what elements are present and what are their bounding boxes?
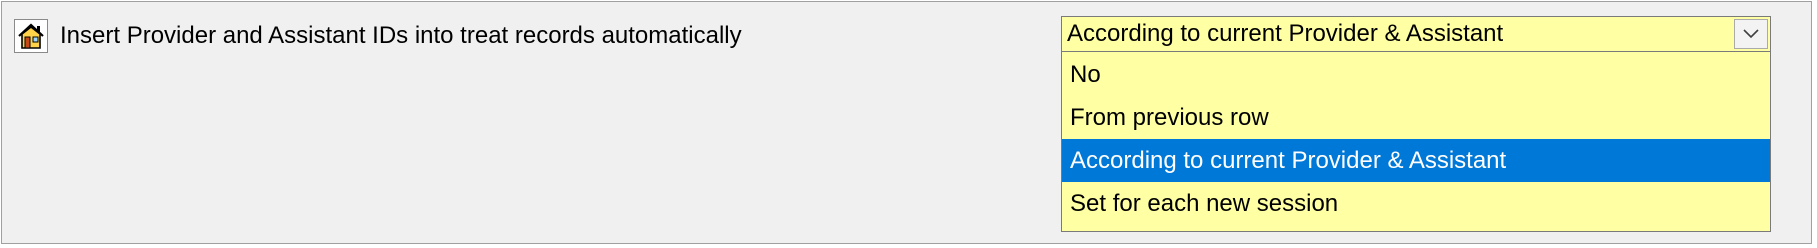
chevron-down-icon [1743,29,1759,39]
combo-selected-value: According to current Provider & Assistan… [1067,20,1504,47]
dropdown-option-according-to-current[interactable]: According to current Provider & Assistan… [1062,139,1770,182]
dropdown-option-set-for-each-new-session[interactable]: Set for each new session [1062,182,1770,225]
combo-dropdown-list: No From previous row According to curren… [1061,52,1771,232]
setting-label: Insert Provider and Assistant IDs into t… [60,22,742,49]
dropdown-option-from-previous-row[interactable]: From previous row [1062,96,1770,139]
dropdown-option-no[interactable]: No [1062,53,1770,96]
home-icon [14,19,48,53]
provider-assistant-combo[interactable]: According to current Provider & Assistan… [1061,16,1771,52]
setting-row: Insert Provider and Assistant IDs into t… [14,18,742,54]
combo-dropdown-button[interactable] [1734,19,1768,49]
